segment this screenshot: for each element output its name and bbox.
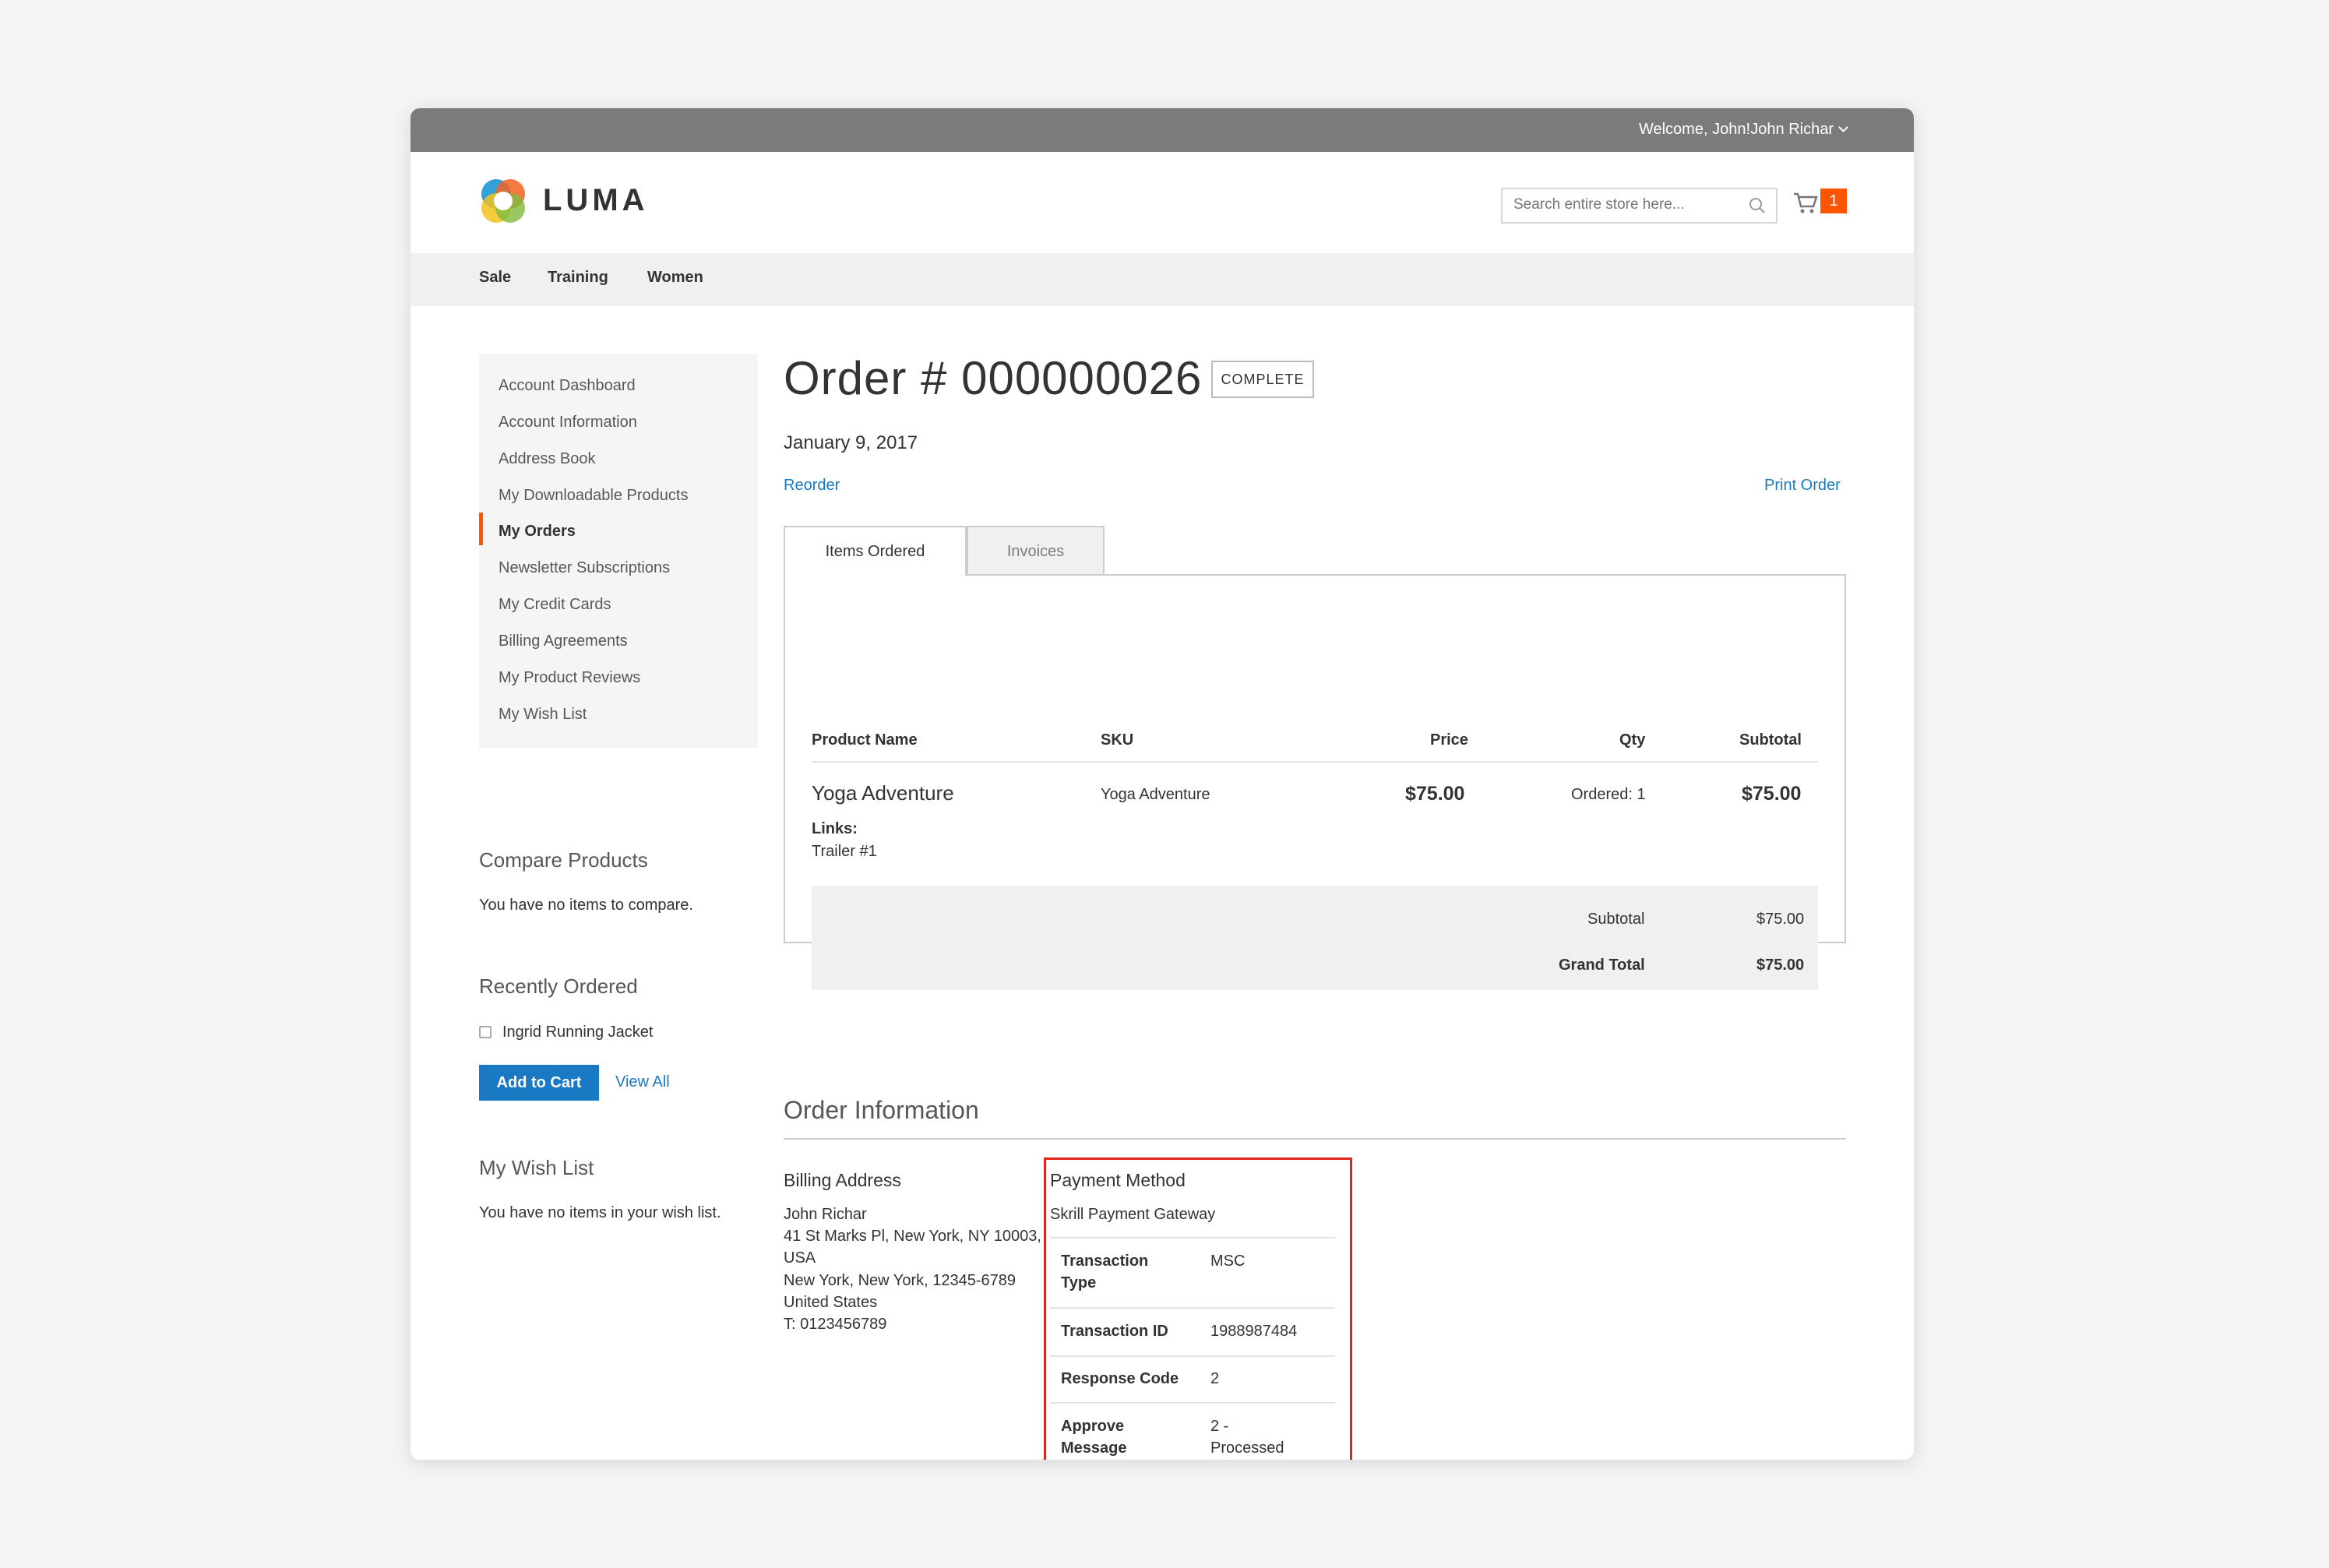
payment-method-highlight	[1044, 1158, 1352, 1460]
add-to-cart-button[interactable]: Add to Cart	[479, 1065, 599, 1101]
cart-icon[interactable]	[1792, 189, 1819, 216]
welcome-message: Welcome, John!	[1638, 121, 1750, 138]
column-header-price: Price	[1430, 731, 1468, 749]
totals-grand-total-label: Grand Total	[1559, 957, 1645, 974]
payment-divider	[1050, 1355, 1335, 1357]
payment-divider	[1050, 1237, 1335, 1239]
sidebar-item-product-reviews[interactable]: My Product Reviews	[499, 669, 640, 687]
billing-address-line: 41 St Marks Pl, New York, NY 10003,	[784, 1228, 1041, 1245]
transaction-id-label: Transaction ID	[1061, 1323, 1168, 1340]
wishlist-title: My Wish List	[479, 1156, 594, 1179]
sidebar-item-my-orders[interactable]: My Orders	[499, 523, 576, 541]
payment-method-name: Skrill Payment Gateway	[1050, 1206, 1216, 1223]
page-title: Order # 000000026	[784, 352, 1203, 404]
payment-divider	[1050, 1402, 1335, 1404]
order-totals	[812, 886, 1818, 990]
payment-divider	[1050, 1307, 1335, 1309]
nav-item-training[interactable]: Training	[548, 269, 608, 287]
customer-name: John Richar	[1750, 121, 1834, 138]
transaction-type-value: MSC	[1210, 1253, 1246, 1270]
approve-message-value-cont: Processed	[1210, 1439, 1284, 1457]
table-header-divider	[812, 761, 1818, 763]
browser-window: Welcome, John! John Richar LUMA 1	[410, 108, 1914, 1460]
billing-address-line: John Richar	[784, 1206, 867, 1223]
totals-subtotal-label: Subtotal	[1587, 911, 1645, 928]
product-qty: Ordered: 1	[1571, 786, 1646, 803]
order-information-title: Order Information	[784, 1096, 979, 1124]
wishlist-empty-text: You have no items in your wish list.	[479, 1204, 721, 1221]
totals-grand-total-value: $75.00	[1756, 957, 1805, 974]
response-code-value: 2	[1210, 1370, 1220, 1387]
nav-item-women[interactable]: Women	[647, 269, 703, 287]
billing-address-line: New York, New York, 12345-6789	[784, 1272, 1016, 1289]
links-label: Links:	[812, 820, 858, 837]
active-indicator	[479, 513, 483, 545]
sidebar-item-account-dashboard[interactable]: Account Dashboard	[499, 377, 636, 395]
billing-address-title: Billing Address	[784, 1170, 901, 1190]
column-header-product-name: Product Name	[812, 731, 918, 749]
sidebar-item-account-information[interactable]: Account Information	[499, 414, 637, 432]
product-sku: Yoga Adventure	[1101, 786, 1210, 803]
recently-ordered-checkbox[interactable]	[479, 1026, 492, 1038]
totals-subtotal-value: $75.00	[1756, 911, 1805, 928]
billing-phone: T: 0123456789	[784, 1316, 887, 1333]
recently-ordered-item[interactable]: Ingrid Running Jacket	[502, 1024, 653, 1041]
view-all-link[interactable]: View All	[615, 1073, 670, 1091]
column-header-qty: Qty	[1619, 731, 1646, 749]
search-box	[1501, 188, 1778, 224]
reorder-link[interactable]: Reorder	[784, 477, 840, 495]
nav-item-sale[interactable]: Sale	[479, 269, 511, 287]
search-input[interactable]	[1503, 189, 1736, 220]
sidebar-item-billing-agreements[interactable]: Billing Agreements	[499, 632, 628, 650]
response-code-label: Response Code	[1061, 1370, 1179, 1387]
tab-invoices[interactable]: Invoices	[967, 526, 1105, 576]
tab-items-ordered[interactable]: Items Ordered	[784, 526, 967, 576]
status-badge: COMPLETE	[1211, 361, 1314, 398]
logo-text[interactable]: LUMA	[543, 183, 649, 218]
payment-method-title: Payment Method	[1050, 1170, 1186, 1190]
luma-logo-icon[interactable]	[479, 177, 527, 225]
transaction-id-value: 1988987484	[1210, 1323, 1298, 1340]
main-nav: Sale Training Women	[410, 253, 1914, 306]
download-link[interactable]: Trailer #1	[812, 843, 877, 861]
transaction-type-label-cont: Type	[1061, 1274, 1097, 1291]
approve-message-label-cont: Message	[1061, 1439, 1127, 1457]
order-date: January 9, 2017	[784, 432, 918, 453]
sidebar-item-wish-list[interactable]: My Wish List	[499, 706, 587, 724]
product-price: $75.00	[1405, 783, 1465, 805]
sidebar-item-credit-cards[interactable]: My Credit Cards	[499, 596, 611, 614]
search-icon[interactable]	[1748, 196, 1767, 215]
account-sidebar: Account Dashboard Account Information Ad…	[479, 354, 758, 748]
column-header-sku: SKU	[1101, 731, 1134, 749]
product-name: Yoga Adventure	[812, 781, 954, 805]
transaction-type-label: Transaction	[1061, 1253, 1149, 1270]
compare-title: Compare Products	[479, 848, 648, 872]
cart-count-badge[interactable]: 1	[1820, 189, 1847, 213]
approve-message-label: Approve	[1061, 1418, 1125, 1435]
compare-empty-text: You have no items to compare.	[479, 897, 693, 914]
billing-address-line: United States	[784, 1294, 878, 1311]
billing-address-line: USA	[784, 1249, 816, 1267]
recently-ordered-title: Recently Ordered	[479, 974, 638, 998]
site-header: LUMA 1	[410, 152, 1914, 253]
sidebar-item-newsletter[interactable]: Newsletter Subscriptions	[499, 559, 670, 577]
chevron-down-icon	[1838, 122, 1848, 132]
column-header-subtotal: Subtotal	[1739, 731, 1802, 749]
sidebar-item-downloadable-products[interactable]: My Downloadable Products	[499, 487, 688, 505]
product-subtotal: $75.00	[1742, 783, 1802, 805]
order-information-divider	[784, 1138, 1846, 1140]
sidebar-item-address-book[interactable]: Address Book	[499, 450, 596, 468]
approve-message-value: 2 -	[1210, 1418, 1229, 1435]
top-bar: Welcome, John! John Richar	[410, 108, 1914, 152]
customer-menu[interactable]: John Richar	[1750, 121, 1848, 139]
print-order-link[interactable]: Print Order	[1764, 477, 1841, 495]
